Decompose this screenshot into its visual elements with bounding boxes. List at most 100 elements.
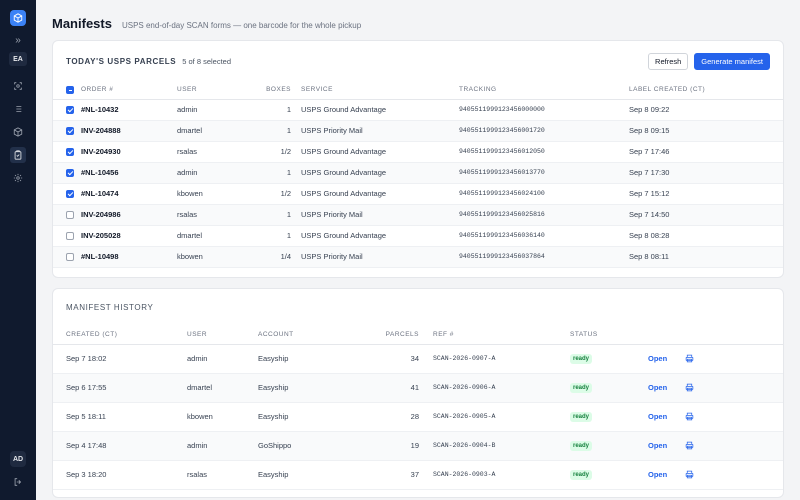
- row-user: admin: [177, 162, 247, 184]
- open-link[interactable]: Open: [648, 441, 667, 450]
- parcel-row[interactable]: INV-204930 rsalas 1/2 USPS Ground Advantage…: [53, 141, 783, 163]
- page-subtitle: USPS end-of-day SCAN forms — one barcode…: [121, 21, 362, 30]
- parcel-row[interactable]: #NL-10432 admin 1 USPS Ground Advantage 9405…: [53, 99, 783, 121]
- col-tracking[interactable]: TRACKING: [459, 81, 629, 100]
- row-label-created: Sep 8 08:11: [629, 246, 783, 268]
- row-parcels: 19: [348, 431, 419, 461]
- row-parcels: 37: [348, 460, 419, 490]
- col-account[interactable]: ACCOUNT: [258, 325, 348, 345]
- open-link[interactable]: Open: [648, 412, 667, 421]
- parcel-row[interactable]: INV-204888 dmartel 1 USPS Priority Mail 9405…: [53, 120, 783, 142]
- app-logo[interactable]: [10, 10, 26, 26]
- nav-scan[interactable]: [10, 78, 26, 94]
- row-tracking: 9405511999123456000000: [459, 99, 629, 121]
- col-parcels[interactable]: PARCELS: [348, 325, 419, 345]
- order-number: #NL-10498: [81, 246, 177, 268]
- open-link[interactable]: Open: [648, 383, 667, 392]
- gear-icon: [13, 173, 23, 183]
- printer-icon: [685, 384, 694, 392]
- cube-icon: [13, 13, 23, 23]
- sidebar-nav: [10, 78, 26, 186]
- sidebar: » EA AD: [0, 0, 36, 500]
- row-user: dmartel: [187, 373, 258, 403]
- parcel-row[interactable]: INV-205028 dmartel 1 USPS Ground Advantage 9…: [53, 225, 783, 247]
- row-checkbox[interactable]: [66, 190, 74, 198]
- status-badge: ready: [570, 441, 593, 451]
- col-order[interactable]: ORDER #: [81, 81, 177, 100]
- parcels-header-row: ORDER # USER BOXES SERVICE TRACKING LABE…: [53, 81, 783, 100]
- row-created: Sep 5 18:11: [53, 402, 187, 432]
- history-card: MANIFEST HISTORY CREATED (CT) USER ACCOU…: [52, 288, 784, 498]
- row-user: rsalas: [177, 141, 247, 163]
- row-boxes: 1: [247, 204, 291, 226]
- parcel-row[interactable]: #NL-10498 kbowen 1/4 USPS Priority Mail 9405…: [53, 246, 783, 268]
- row-tracking: 9405511999123456013770: [459, 162, 629, 184]
- parcel-row[interactable]: #NL-10456 admin 1 USPS Ground Advantage 9405…: [53, 162, 783, 184]
- row-tracking: 9405511999123456037864: [459, 246, 629, 268]
- print-button[interactable]: [685, 354, 694, 363]
- col-service[interactable]: SERVICE: [301, 81, 459, 100]
- row-created: Sep 7 18:02: [53, 344, 187, 374]
- col-created[interactable]: CREATED (CT): [53, 325, 187, 345]
- row-checkbox[interactable]: [66, 148, 74, 156]
- row-tracking: 9405511999123456025816: [459, 204, 629, 226]
- row-service: USPS Ground Advantage: [301, 225, 459, 247]
- order-number: INV-205028: [81, 225, 177, 247]
- row-boxes: 1/2: [247, 183, 291, 205]
- open-link[interactable]: Open: [648, 354, 667, 363]
- logout-button[interactable]: [13, 474, 23, 492]
- row-label-created: Sep 8 09:22: [629, 99, 783, 121]
- row-checkbox[interactable]: [66, 127, 74, 135]
- row-ref: SCAN-2026-0904-B: [433, 431, 570, 461]
- refresh-button[interactable]: Refresh: [648, 52, 689, 70]
- print-button[interactable]: [685, 412, 694, 421]
- parcel-row[interactable]: #NL-10474 kbowen 1/2 USPS Ground Advantage 9…: [53, 183, 783, 205]
- select-all-checkbox[interactable]: [66, 85, 74, 94]
- row-user: admin: [187, 431, 258, 461]
- row-tracking: 9405511999123456036140: [459, 225, 629, 247]
- nav-list[interactable]: [10, 101, 26, 117]
- row-checkbox[interactable]: [66, 253, 74, 261]
- list-icon: [14, 106, 22, 112]
- row-checkbox[interactable]: [66, 169, 74, 177]
- col-boxes[interactable]: BOXES: [247, 81, 291, 100]
- nav-box[interactable]: [10, 124, 26, 140]
- parcels-card: TODAY'S USPS PARCELS 5 of 8 selected Ref…: [52, 40, 784, 278]
- row-checkbox[interactable]: [66, 106, 74, 114]
- row-checkbox[interactable]: [66, 232, 74, 240]
- row-parcels: 34: [348, 344, 419, 374]
- history-card-title: MANIFEST HISTORY: [66, 302, 154, 312]
- expand-sidebar-icon[interactable]: »: [15, 36, 21, 46]
- row-parcels: 41: [348, 373, 419, 403]
- row-created: Sep 3 18:20: [53, 460, 187, 490]
- nav-settings[interactable]: [10, 170, 26, 186]
- scan-icon: [14, 82, 22, 90]
- row-user: kbowen: [177, 183, 247, 205]
- row-label-created: Sep 7 14:50: [629, 204, 783, 226]
- print-button[interactable]: [685, 383, 694, 392]
- row-label-created: Sep 7 17:46: [629, 141, 783, 163]
- col-user[interactable]: USER: [177, 81, 247, 100]
- col-status[interactable]: STATUS: [570, 325, 648, 345]
- clipboard-icon: [14, 150, 22, 160]
- open-link[interactable]: Open: [648, 470, 667, 479]
- nav-manifests[interactable]: [10, 147, 26, 163]
- order-number: INV-204930: [81, 141, 177, 163]
- row-service: USPS Priority Mail: [301, 120, 459, 142]
- avatar[interactable]: AD: [10, 451, 26, 467]
- org-switcher[interactable]: EA: [9, 52, 27, 66]
- row-parcels: 28: [348, 402, 419, 432]
- parcel-row[interactable]: INV-204986 rsalas 1 USPS Priority Mail 94055…: [53, 204, 783, 226]
- col-ref[interactable]: REF #: [433, 325, 570, 345]
- print-button[interactable]: [685, 470, 694, 479]
- col-history-user[interactable]: USER: [187, 325, 258, 345]
- generate-manifest-button[interactable]: Generate manifest: [694, 52, 770, 70]
- row-ref: SCAN-2026-0906-A: [433, 373, 570, 403]
- col-label-created[interactable]: LABEL CREATED (CT): [629, 81, 783, 100]
- page-title: Manifests: [52, 16, 112, 31]
- row-boxes: 1/2: [247, 141, 291, 163]
- print-button[interactable]: [685, 441, 694, 450]
- row-service: USPS Ground Advantage: [301, 162, 459, 184]
- parcels-card-header: TODAY'S USPS PARCELS 5 of 8 selected Ref…: [53, 41, 783, 81]
- row-checkbox[interactable]: [66, 211, 74, 219]
